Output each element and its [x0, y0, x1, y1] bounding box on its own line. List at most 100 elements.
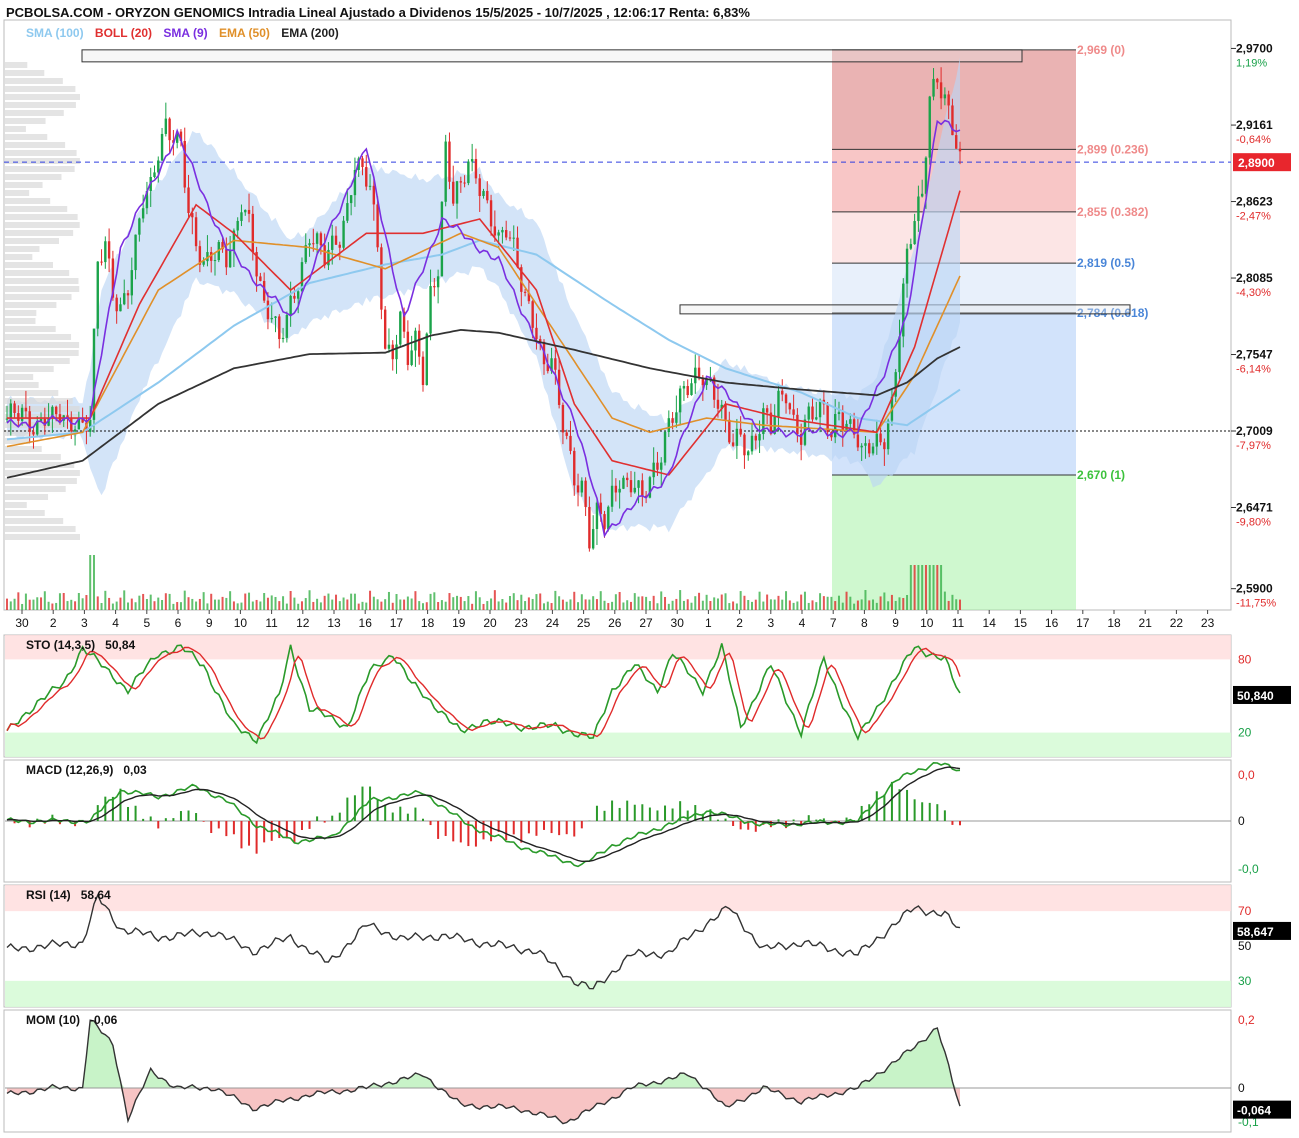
volume-bar — [346, 599, 349, 610]
macd-histogram-bar — [573, 821, 576, 837]
macd-histogram-bar — [664, 805, 667, 821]
volume-bar — [501, 599, 504, 610]
volume-bar — [902, 597, 905, 610]
candle-body — [9, 403, 12, 419]
volume-bar — [323, 595, 326, 610]
volume-bar — [860, 599, 863, 610]
candle-body — [879, 433, 882, 443]
macd-level-top: 0,0 — [1238, 768, 1255, 782]
candle-body — [675, 412, 678, 423]
candle-body — [334, 235, 338, 245]
x-tick-label: 19 — [452, 616, 466, 630]
volume-profile-bar — [5, 134, 48, 140]
macd-histogram-bar — [792, 819, 795, 821]
x-tick-label: 3 — [81, 616, 88, 630]
volume-profile-bar — [5, 294, 72, 300]
volume-bar — [327, 593, 330, 610]
macd-histogram-bar — [558, 821, 561, 836]
volume-bar — [28, 599, 31, 610]
volume-bar — [236, 603, 239, 610]
volume-bar — [274, 596, 277, 610]
candle-body — [493, 226, 497, 236]
candle-body — [943, 94, 947, 99]
x-tick-label: 4 — [112, 616, 119, 630]
volume-profile-bar — [5, 206, 68, 212]
volume-bar — [17, 592, 20, 610]
volume-bar — [217, 599, 220, 610]
y-tick-pct: -9,80% — [1236, 516, 1271, 528]
volume-profile-bar — [5, 102, 76, 108]
volume-bar — [890, 594, 893, 610]
candle-body — [285, 315, 289, 338]
macd-histogram-bar — [414, 807, 417, 821]
macd-histogram-bar — [875, 791, 878, 821]
volume-bar — [316, 598, 319, 610]
candle-body — [565, 432, 568, 436]
volume-bar — [353, 593, 356, 610]
candle-body — [614, 485, 618, 493]
volume-bar — [955, 599, 958, 610]
candle-body — [107, 241, 111, 259]
volume-bar — [505, 602, 508, 610]
y-tick-pct: 1,19% — [1236, 57, 1267, 69]
candle-body — [576, 485, 580, 493]
x-tick-label: 2 — [736, 616, 743, 630]
x-tick-label: 10 — [234, 616, 248, 630]
candle-body — [433, 286, 436, 288]
volume-bar — [629, 601, 632, 610]
macd-histogram-bar — [754, 821, 757, 832]
x-tick-label: 4 — [799, 616, 806, 630]
volume-profile-bar — [5, 174, 62, 180]
volume-bar — [335, 594, 338, 610]
candle-body — [569, 435, 572, 451]
volume-bar — [387, 591, 390, 610]
y-tick-label: 2,6471 — [1236, 500, 1273, 514]
volume-bar — [123, 590, 126, 610]
candle-body — [331, 235, 334, 250]
volume-bar — [70, 599, 73, 610]
volume-bar — [754, 599, 757, 610]
volume-profile-bar — [5, 222, 80, 228]
volume-profile-bar — [5, 270, 70, 276]
volume-bar — [444, 601, 447, 610]
volume-bar — [312, 601, 315, 610]
volume-bar — [887, 601, 890, 610]
volume-bar — [864, 590, 867, 610]
volume-bar — [527, 597, 530, 610]
volume-profile-bar — [5, 94, 80, 100]
x-tick-label: 21 — [1139, 616, 1153, 630]
macd-histogram-bar — [361, 786, 364, 821]
candle-body — [383, 309, 387, 349]
candle-body — [626, 477, 629, 481]
volume-bar — [675, 598, 678, 610]
volume-profile-bar — [5, 150, 77, 156]
macd-histogram-bar — [391, 812, 394, 821]
x-tick-label: 30 — [671, 616, 685, 630]
candle-body — [928, 96, 931, 158]
volume-bar — [21, 603, 24, 610]
volume-bar — [716, 598, 719, 610]
volume-bar — [77, 592, 80, 610]
volume-profile-bar — [5, 486, 66, 492]
macd-histogram-bar — [104, 796, 107, 821]
macd-histogram-bar — [399, 806, 402, 821]
volume-bar — [251, 601, 254, 610]
candle-body — [641, 480, 644, 496]
macd-histogram-bar — [535, 821, 538, 836]
x-tick-label: 6 — [175, 616, 182, 630]
volume-profile-bar — [5, 246, 40, 252]
volume-bar — [108, 597, 111, 610]
candle-body — [678, 388, 682, 413]
volume-bar — [270, 595, 273, 610]
candle-body — [54, 406, 58, 415]
volume-bar — [391, 602, 394, 610]
macd-histogram-bar — [142, 818, 145, 821]
macd-histogram-bar — [323, 821, 326, 823]
volume-bar — [406, 596, 409, 610]
rsi-label: RSI (14) 58,64 — [26, 888, 111, 902]
legend-sma100: SMA (100) — [26, 26, 84, 40]
volume-profile-bar — [5, 302, 57, 308]
volume-bar — [815, 602, 818, 610]
volume-bar — [614, 594, 617, 610]
macd-histogram-bar — [671, 808, 674, 821]
